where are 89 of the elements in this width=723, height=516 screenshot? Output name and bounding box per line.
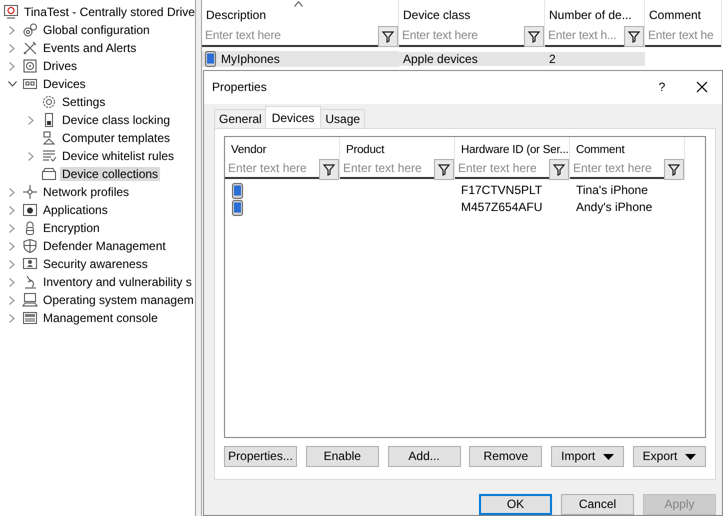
network-icon	[22, 184, 38, 200]
filter-button[interactable]	[434, 159, 454, 180]
tab[interactable]: Devices	[264, 106, 322, 128]
table-cell: Apple devices	[399, 52, 545, 66]
filter-icon	[552, 162, 566, 178]
filter-icon	[667, 162, 681, 178]
help-button[interactable]: ?	[642, 80, 682, 95]
table-cell-text: Tina's iPhone	[575, 183, 649, 198]
console-icon	[22, 310, 38, 326]
monitor-person-icon	[22, 256, 38, 272]
tree-item[interactable]: Security awareness	[41, 256, 150, 272]
gears-icon	[22, 22, 38, 38]
tab[interactable]: Usage	[320, 109, 366, 128]
column-header[interactable]: Vendor	[231, 144, 266, 156]
template-icon	[41, 130, 57, 146]
filter-button[interactable]	[319, 159, 339, 180]
tree-item[interactable]: Applications	[41, 202, 110, 218]
column-header[interactable]: Hardware ID (or Ser...	[461, 144, 568, 156]
table-cell-text: F17CTVN5PLT	[460, 183, 544, 198]
close-icon	[696, 81, 708, 94]
table-cell: 2	[545, 52, 645, 66]
filter-field[interactable]: Enter text here	[570, 159, 664, 178]
caret-down-icon	[685, 454, 696, 460]
filter-field[interactable]: Enter text here	[202, 26, 378, 45]
phone-icon	[231, 200, 244, 216]
window-globe-icon	[22, 202, 38, 218]
tab[interactable]: General	[214, 109, 267, 128]
tree-item[interactable]: Operating system managem	[41, 292, 195, 308]
tree-item[interactable]: Settings	[60, 94, 108, 110]
column-header[interactable]: Description	[206, 8, 266, 22]
filter-button[interactable]	[378, 26, 398, 47]
filter-icon	[381, 29, 395, 44]
filter-icon	[322, 162, 336, 178]
action-button[interactable]: Enable	[306, 446, 379, 468]
tree-item[interactable]: Device class locking	[60, 112, 172, 128]
folder-icon	[41, 166, 57, 182]
dialog-button[interactable]: OK	[479, 494, 552, 515]
phone-icon	[231, 182, 244, 199]
filter-field[interactable]: Enter text h...	[545, 26, 624, 45]
filter-field[interactable]: Enter text here	[455, 159, 549, 178]
table-cell-text: M457Z654AFU	[460, 200, 544, 215]
device-panel-icon	[22, 76, 38, 92]
tree-root[interactable]: TinaTest - Centrally stored Drive	[22, 4, 195, 20]
tree-item[interactable]: Device collections	[60, 166, 160, 182]
tree-item[interactable]: Network profiles	[41, 184, 132, 200]
table-cell-text: Andy's iPhone	[575, 200, 654, 215]
action-button[interactable]: Properties...	[224, 446, 297, 468]
column-header[interactable]: Comment	[576, 144, 624, 156]
checklist-icon	[41, 148, 57, 164]
filter-button[interactable]	[624, 26, 644, 47]
tree-item[interactable]: Global configuration	[41, 22, 152, 38]
action-button[interactable]: Export	[632, 446, 706, 468]
column-header[interactable]: Product	[346, 144, 384, 156]
tree-item[interactable]: Defender Management	[41, 238, 168, 254]
tree-item[interactable]: Inventory and vulnerability s	[41, 274, 194, 290]
drive-icon	[22, 58, 38, 74]
tree-item[interactable]: Drives	[41, 58, 80, 74]
shield-icon	[22, 238, 38, 254]
column-header[interactable]: Comment	[649, 8, 702, 22]
action-button[interactable]: Remove	[469, 446, 542, 468]
gear-icon	[41, 94, 57, 110]
filter-button[interactable]	[549, 159, 569, 180]
tree-item[interactable]: Device whitelist rules	[60, 148, 176, 164]
tree-item[interactable]: Encryption	[41, 220, 102, 236]
filter-icon	[437, 162, 451, 178]
tree-item[interactable]: Management console	[41, 310, 160, 326]
filter-field[interactable]: Enter text here	[225, 159, 319, 178]
caret-down-icon	[603, 454, 614, 460]
filter-field[interactable]: Enter text here	[340, 159, 434, 178]
tools-icon	[22, 40, 38, 56]
filter-field[interactable]: Enter text here	[399, 26, 524, 45]
column-header[interactable]: Number of de...	[549, 8, 632, 22]
filter-button[interactable]	[524, 26, 544, 47]
action-button[interactable]: Add...	[388, 446, 461, 468]
phone-icon	[204, 51, 217, 67]
tree-item[interactable]: Computer templates	[60, 130, 172, 146]
tree-item[interactable]: Events and Alerts	[41, 40, 138, 56]
tree-item[interactable]: Devices	[41, 76, 88, 92]
dialog-button[interactable]: Cancel	[561, 494, 634, 515]
filter-button[interactable]	[664, 159, 684, 180]
action-button[interactable]: Import	[551, 446, 624, 468]
dialog-title: Properties	[212, 80, 268, 95]
filter-field[interactable]: Enter text he	[645, 26, 721, 45]
computer-monitor-icon	[3, 4, 19, 20]
column-header[interactable]: Device class	[403, 8, 470, 22]
filter-icon	[627, 29, 641, 44]
filter-icon	[527, 29, 541, 44]
microscope-icon	[22, 274, 38, 290]
computer-icon	[22, 292, 38, 308]
